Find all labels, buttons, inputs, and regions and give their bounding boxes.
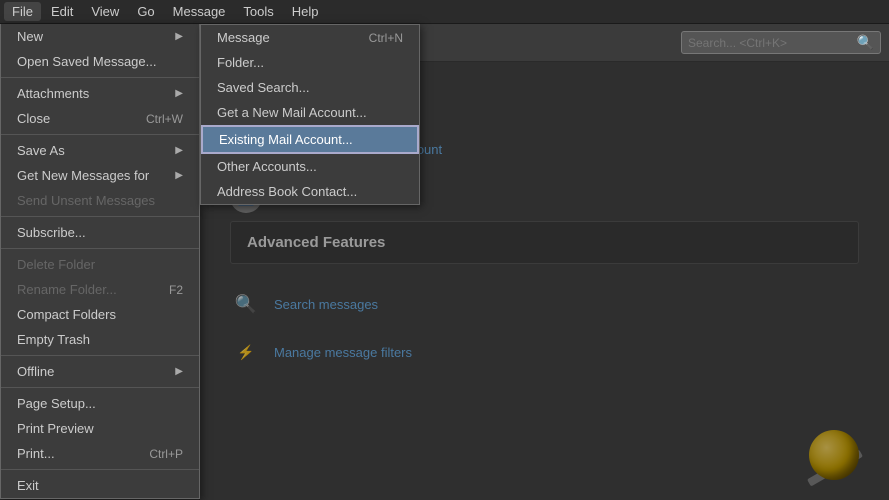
filter-icon: ⚡ [230, 336, 262, 368]
separator-2 [1, 134, 199, 135]
print-shortcut: Ctrl+P [149, 447, 183, 461]
menu-new-label: New [17, 29, 43, 44]
new-submenu: Message Ctrl+N Folder... Saved Search...… [200, 24, 420, 205]
file-menu-dropdown: New ▶ Open Saved Message... Attachments … [0, 24, 200, 499]
manage-filters-action[interactable]: ⚡ Manage message filters [230, 328, 859, 376]
edit-menu-item[interactable]: Edit [43, 2, 81, 21]
menu-close-shortcut: Ctrl+W [146, 112, 183, 126]
search-messages-label: Search messages [274, 297, 378, 312]
new-address-book-contact[interactable]: Address Book Contact... [201, 179, 419, 204]
menu-print-preview[interactable]: Print Preview [1, 416, 199, 441]
new-arrow-icon: ▶ [175, 31, 183, 42]
new-saved-search[interactable]: Saved Search... [201, 75, 419, 100]
search-messages-action[interactable]: 🔍 Search messages [230, 280, 859, 328]
separator-5 [1, 355, 199, 356]
go-menu-item[interactable]: Go [129, 2, 162, 21]
new-message-label: Message [217, 30, 270, 45]
menu-exit[interactable]: Exit [1, 473, 199, 498]
help-menu-item[interactable]: Help [284, 2, 327, 21]
menu-compact-label: Compact Folders [17, 307, 116, 322]
menu-save-as[interactable]: Save As ▶ [1, 138, 199, 163]
menu-print-preview-label: Print Preview [17, 421, 94, 436]
menu-open-saved[interactable]: Open Saved Message... [1, 49, 199, 74]
menu-offline-label: Offline [17, 364, 54, 379]
menu-send-unsent: Send Unsent Messages [1, 188, 199, 213]
menu-attachments[interactable]: Attachments ▶ [1, 81, 199, 106]
rename-folder-shortcut: F2 [169, 283, 183, 297]
menu-close-label: Close [17, 111, 50, 126]
menu-get-new-label: Get New Messages for [17, 168, 149, 183]
menu-print-label: Print... [17, 446, 55, 461]
menu-close[interactable]: Close Ctrl+W [1, 106, 199, 131]
menu-subscribe[interactable]: Subscribe... [1, 220, 199, 245]
menu-new[interactable]: New ▶ [1, 24, 199, 49]
new-mail-account-label: Get a New Mail Account... [217, 105, 367, 120]
menu-rename-folder: Rename Folder... F2 [1, 277, 199, 302]
menu-compact-folders[interactable]: Compact Folders [1, 302, 199, 327]
menu-open-saved-label: Open Saved Message... [17, 54, 156, 69]
file-menu-item[interactable]: File [4, 2, 41, 21]
new-existing-mail-account-label: Existing Mail Account... [219, 132, 353, 147]
logo-ball [809, 430, 859, 480]
new-folder[interactable]: Folder... [201, 50, 419, 75]
search-input[interactable] [688, 36, 857, 50]
offline-arrow-icon: ▶ [175, 366, 183, 377]
new-address-book-contact-label: Address Book Contact... [217, 184, 357, 199]
view-menu-item[interactable]: View [83, 2, 127, 21]
new-message-shortcut: Ctrl+N [369, 31, 403, 45]
attachments-arrow-icon: ▶ [175, 88, 183, 99]
menu-delete-folder: Delete Folder [1, 252, 199, 277]
new-mail-account[interactable]: Get a New Mail Account... [201, 100, 419, 125]
menu-get-new-messages[interactable]: Get New Messages for ▶ [1, 163, 199, 188]
new-message[interactable]: Message Ctrl+N [201, 25, 419, 50]
menu-subscribe-label: Subscribe... [17, 225, 86, 240]
menu-print[interactable]: Print... Ctrl+P [1, 441, 199, 466]
menubar: File Edit View Go Message Tools Help [0, 0, 889, 24]
menu-exit-label: Exit [17, 478, 39, 493]
menu-save-as-label: Save As [17, 143, 65, 158]
new-existing-mail-account[interactable]: Existing Mail Account... [201, 125, 419, 154]
search-messages-icon: 🔍 [230, 288, 262, 320]
new-folder-label: Folder... [217, 55, 264, 70]
menu-page-setup[interactable]: Page Setup... [1, 391, 199, 416]
search-container: 🔍 [681, 31, 881, 54]
menu-page-setup-label: Page Setup... [17, 396, 96, 411]
menu-send-unsent-label: Send Unsent Messages [17, 193, 155, 208]
manage-filters-label: Manage message filters [274, 345, 412, 360]
separator-7 [1, 469, 199, 470]
new-other-accounts-label: Other Accounts... [217, 159, 317, 174]
separator-6 [1, 387, 199, 388]
menu-rename-folder-label: Rename Folder... [17, 282, 117, 297]
menu-empty-trash-label: Empty Trash [17, 332, 90, 347]
separator-1 [1, 77, 199, 78]
menu-delete-folder-label: Delete Folder [17, 257, 95, 272]
advanced-features-section: Advanced Features [230, 221, 859, 264]
tools-menu-item[interactable]: Tools [235, 2, 281, 21]
advanced-features-title: Advanced Features [247, 234, 842, 251]
menu-offline[interactable]: Offline ▶ [1, 359, 199, 384]
separator-3 [1, 216, 199, 217]
new-saved-search-label: Saved Search... [217, 80, 310, 95]
menu-attachments-label: Attachments [17, 86, 89, 101]
new-other-accounts[interactable]: Other Accounts... [201, 154, 419, 179]
message-menu-item[interactable]: Message [165, 2, 234, 21]
separator-4 [1, 248, 199, 249]
search-icon[interactable]: 🔍 [857, 34, 874, 51]
save-as-arrow-icon: ▶ [175, 145, 183, 156]
get-new-arrow-icon: ▶ [175, 170, 183, 181]
menu-empty-trash[interactable]: Empty Trash [1, 327, 199, 352]
